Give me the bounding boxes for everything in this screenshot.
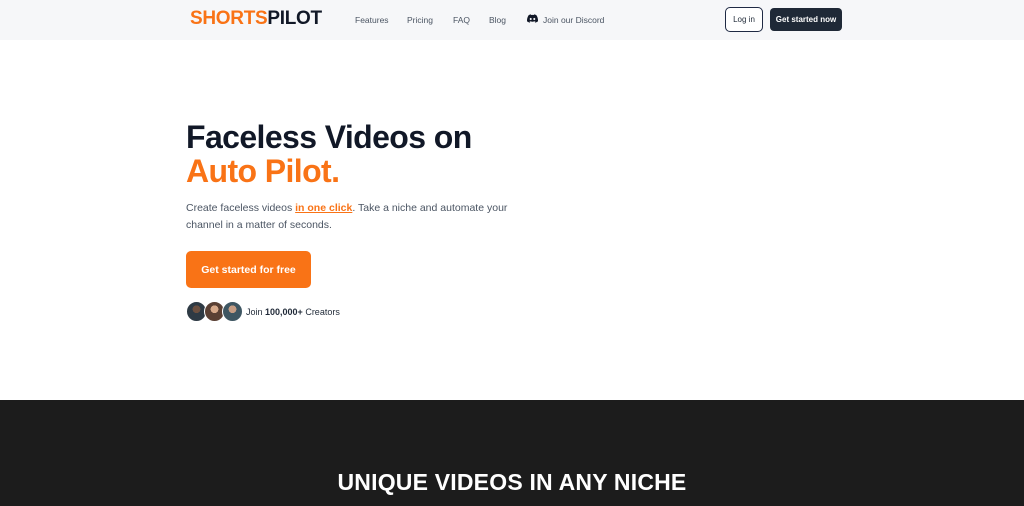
logo-part-pilot: PILOT: [267, 8, 322, 29]
nav-pricing[interactable]: Pricing: [407, 14, 433, 26]
logo[interactable]: SHORTSPILOT: [190, 9, 322, 29]
login-button[interactable]: Log in: [725, 7, 763, 32]
avatar: [222, 301, 243, 322]
get-started-now-button[interactable]: Get started now: [770, 8, 842, 31]
site-header: SHORTSPILOT Features Pricing FAQ Blog Jo…: [0, 0, 1024, 40]
nav-blog[interactable]: Blog: [489, 14, 506, 26]
hero-title-line1: Faceless Videos on: [186, 119, 472, 155]
join-creators-text: Join 100,000+ Creators: [246, 306, 340, 318]
join-suffix: Creators: [302, 307, 340, 317]
hero-title: Faceless Videos on Auto Pilot.: [186, 120, 472, 188]
creator-avatars: [186, 301, 246, 322]
hero-description: Create faceless videos in one click. Tak…: [186, 200, 516, 234]
nav-faq[interactable]: FAQ: [453, 14, 470, 26]
join-count: 100,000+: [265, 307, 303, 317]
hero-desc-before: Create faceless videos: [186, 202, 296, 214]
join-prefix: Join: [246, 307, 266, 317]
nav-features[interactable]: Features: [355, 14, 389, 26]
logo-part-shorts: SHORTS: [190, 8, 268, 29]
nav-discord[interactable]: Join our Discord: [543, 14, 604, 26]
discord-icon[interactable]: [527, 14, 538, 23]
section-title: UNIQUE VIDEOS IN ANY NICHE: [337, 469, 687, 495]
get-started-free-button[interactable]: Get started for free: [186, 251, 311, 288]
one-click-link[interactable]: in one click: [295, 202, 352, 214]
hero-title-line2: Auto Pilot.: [186, 153, 340, 189]
